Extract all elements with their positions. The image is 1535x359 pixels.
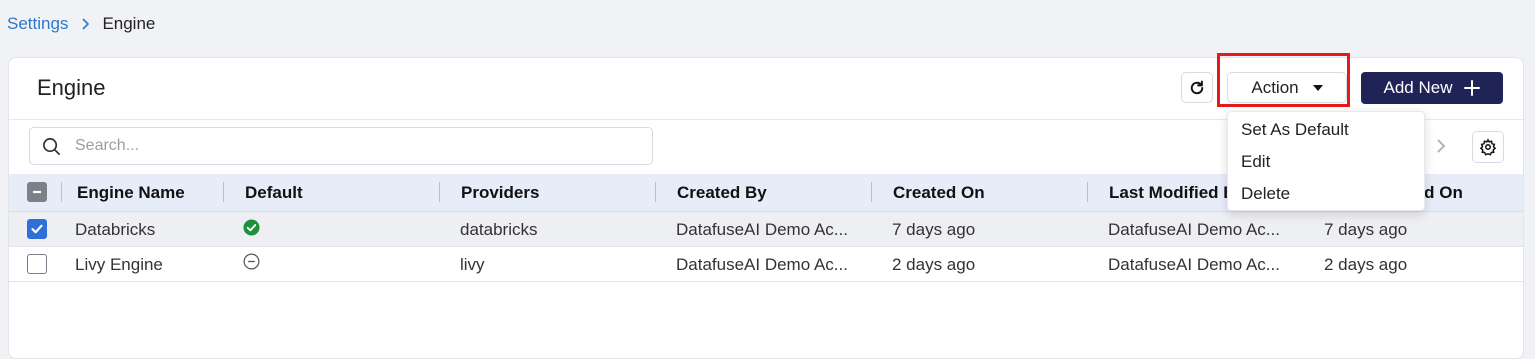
gear-icon [1479, 138, 1497, 156]
cell-created-by: DatafuseAI Demo Ac... [676, 220, 848, 239]
cell-providers: livy [460, 255, 485, 274]
column-header-engine-name[interactable]: Engine Name [77, 183, 185, 203]
refresh-button[interactable] [1181, 72, 1213, 103]
cell-created-on: 7 days ago [892, 220, 976, 239]
chevron-right-icon[interactable] [1436, 138, 1446, 154]
cell-created-on: 2 days ago [892, 255, 976, 274]
column-header-providers[interactable]: Providers [461, 183, 539, 203]
column-header-last-modified-by[interactable]: Last Modified By [1109, 183, 1245, 203]
add-new-button[interactable]: Add New [1361, 72, 1503, 104]
menu-item-edit[interactable]: Edit [1241, 152, 1270, 172]
cell-providers: databricks [460, 220, 538, 239]
menu-item-delete[interactable]: Delete [1241, 184, 1290, 204]
breadcrumb-current: Engine [102, 14, 156, 33]
engine-card: Engine Action Add New Search... Engine N… [8, 53, 1524, 359]
select-all-checkbox[interactable] [27, 182, 47, 202]
caret-down-icon [1312, 84, 1323, 91]
page-title: Engine [37, 75, 106, 100]
refresh-icon [1188, 79, 1206, 97]
action-dropdown-button[interactable]: Action [1227, 72, 1347, 103]
table-settings-button[interactable] [1472, 131, 1504, 163]
action-dropdown-menu: Set As Default Edit Delete [1227, 111, 1425, 211]
search-input[interactable] [73, 136, 617, 156]
row-checkbox[interactable] [27, 219, 47, 239]
cell-last-modified-by: DatafuseAI Demo Ac... [1108, 255, 1280, 274]
check-circle-icon [243, 219, 260, 241]
cell-engine-name: Livy Engine [75, 255, 163, 274]
search-icon [42, 137, 61, 156]
table-row[interactable]: Databricks databricks DatafuseAI Demo Ac… [9, 212, 1523, 247]
column-divider [223, 182, 224, 202]
column-header-created-on[interactable]: Created On [893, 183, 985, 203]
column-divider [1087, 182, 1088, 202]
minus-circle-icon [243, 253, 260, 275]
column-header-default[interactable]: Default [245, 183, 303, 203]
column-divider [61, 182, 62, 202]
search-box [29, 127, 653, 165]
table-row[interactable]: Livy Engine livy DatafuseAI Demo Ac... 2… [9, 247, 1523, 282]
breadcrumb: Settings Engine [7, 14, 155, 34]
plus-icon [1464, 80, 1481, 96]
chevron-right-icon [80, 18, 90, 30]
menu-item-set-as-default[interactable]: Set As Default [1241, 120, 1349, 140]
row-checkbox[interactable] [27, 254, 47, 274]
column-divider [871, 182, 872, 202]
cell-last-modified-on: 2 days ago [1324, 255, 1408, 274]
cell-last-modified-on: 7 days ago [1324, 220, 1408, 239]
breadcrumb-settings-link[interactable]: Settings [7, 14, 68, 34]
add-new-label: Add New [1383, 78, 1453, 97]
cell-created-by: DatafuseAI Demo Ac... [676, 255, 848, 274]
column-header-created-by[interactable]: Created By [677, 183, 767, 203]
action-label: Action [1251, 77, 1299, 97]
cell-last-modified-by: DatafuseAI Demo Ac... [1108, 220, 1280, 239]
column-divider [655, 182, 656, 202]
column-divider [439, 182, 440, 202]
cell-engine-name: Databricks [75, 220, 156, 239]
